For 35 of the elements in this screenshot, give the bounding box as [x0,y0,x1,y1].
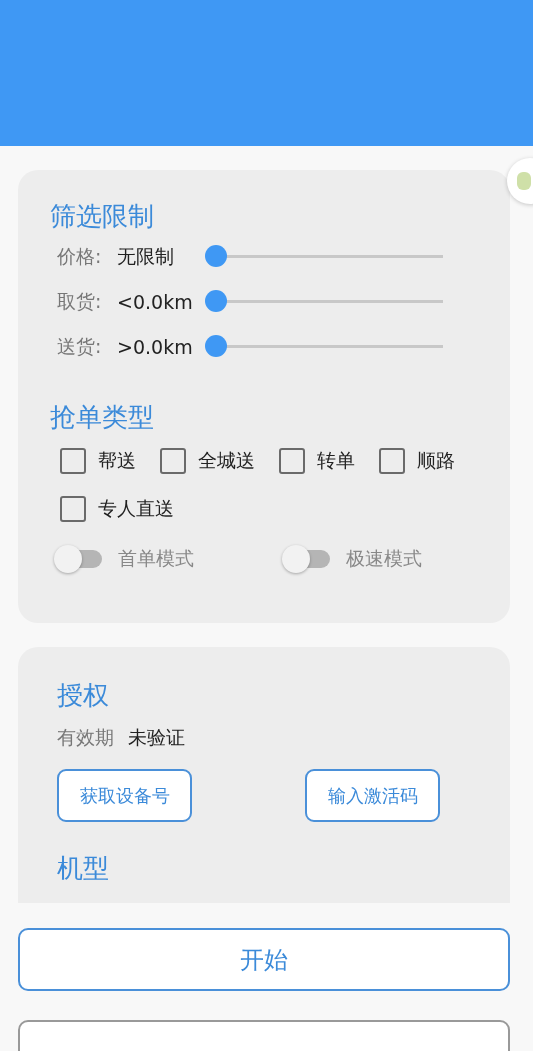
slider-value: 无限制 [117,243,175,269]
slider-label: 送货: [57,333,103,359]
section-title: 筛选限制 [50,200,155,233]
checkbox[interactable] [60,448,86,474]
checkbox[interactable] [279,448,305,474]
slider-thumb[interactable] [205,290,227,312]
checkbox-label: 全城送 [198,448,255,473]
toggle-switch[interactable] [282,545,330,573]
toggle-switch[interactable] [54,545,102,573]
slider-label: 价格: [57,243,103,269]
slider-value: >0.0km [117,335,194,358]
slider[interactable] [205,245,443,268]
validity-label: 有效期 [57,725,114,750]
validity-value: 未验证 [128,725,185,750]
switch-label: 首单模式 [118,546,194,571]
auth-button[interactable]: 获取设备号 [57,769,192,822]
section-title: 抢单类型 [50,401,155,434]
checkbox-label: 顺路 [417,448,455,473]
checkbox-label: 专人直送 [98,496,174,521]
slider[interactable] [205,290,443,313]
start-button[interactable]: 开始 [18,928,510,991]
auth-button[interactable]: 输入激活码 [305,769,440,822]
section-title: 授权 [57,679,110,712]
slider-value: <0.0km [117,290,194,313]
checkbox[interactable] [60,496,86,522]
checkbox[interactable] [160,448,186,474]
slider-thumb[interactable] [205,335,227,357]
slider[interactable] [205,335,443,358]
slider-label: 取货: [57,288,103,314]
checkbox-label: 转单 [317,448,355,473]
checkbox-label: 帮送 [98,448,136,473]
section-title: 机型 [57,852,110,885]
slider-thumb[interactable] [205,245,227,267]
checkbox[interactable] [379,448,405,474]
switch-label: 极速模式 [346,546,422,571]
